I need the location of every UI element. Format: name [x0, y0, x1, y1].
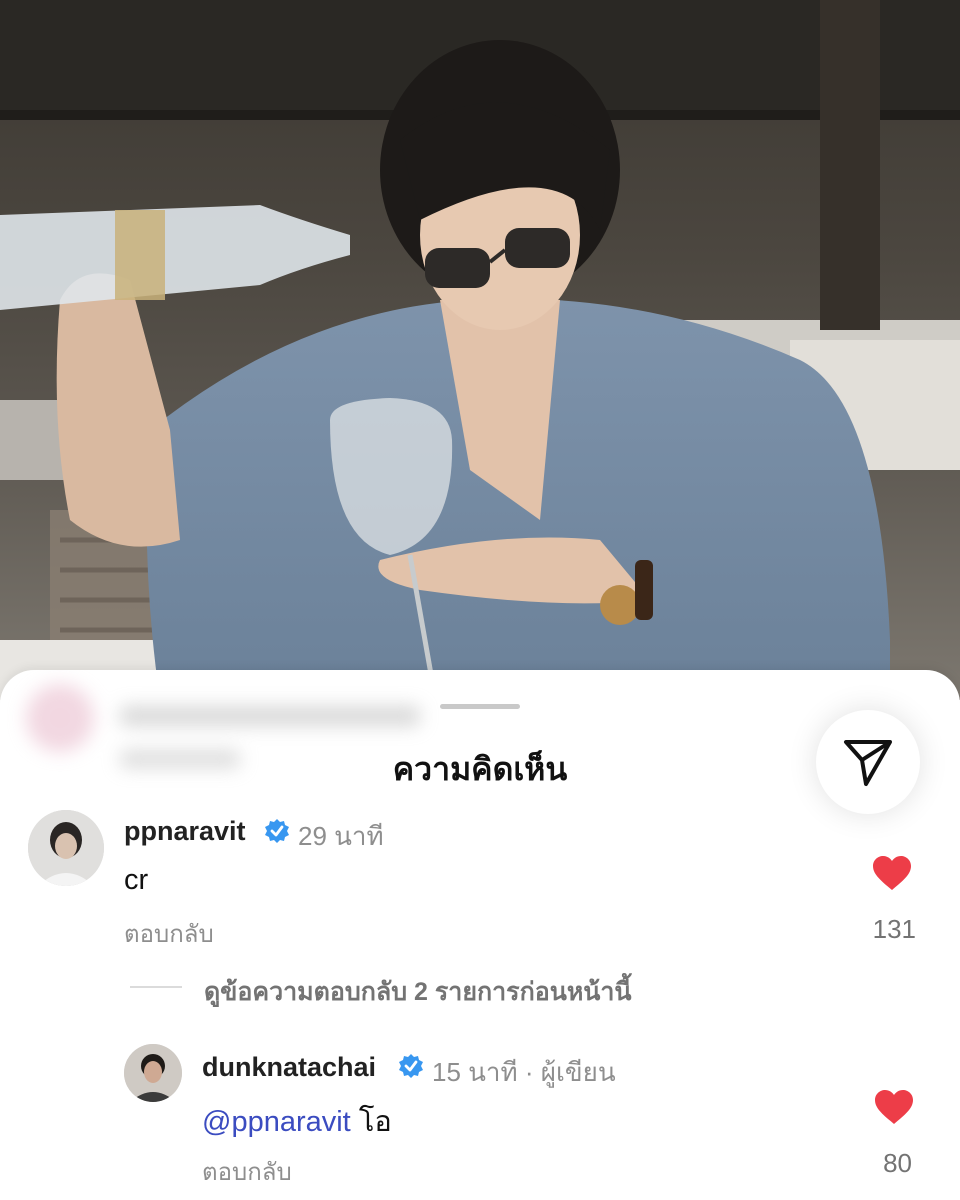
verified-badge-icon	[265, 819, 289, 843]
reply-button[interactable]: ตอบกลับ	[202, 1152, 292, 1191]
heart-icon[interactable]	[872, 856, 912, 892]
post-photo	[0, 0, 960, 700]
view-replies-button[interactable]: ดูข้อความตอบกลับ 2 รายการก่อนหน้านี้	[204, 972, 632, 1012]
heart-icon[interactable]	[874, 1090, 914, 1126]
comment-username[interactable]: ppnaravit	[124, 816, 246, 847]
reply-username[interactable]: dunknatachai	[202, 1052, 376, 1083]
mention-link[interactable]: @ppnaravit	[202, 1106, 351, 1138]
like-count[interactable]: 80	[842, 1148, 912, 1179]
comment-text: cr	[124, 864, 149, 896]
sheet-grabber[interactable]	[440, 704, 520, 709]
paper-plane-icon	[844, 740, 892, 786]
avatar[interactable]	[124, 1044, 182, 1102]
like-count[interactable]: 131	[846, 914, 916, 945]
reply-text: @ppnaravit โอ	[202, 1098, 392, 1144]
share-button[interactable]	[816, 710, 920, 814]
comments-sheet: ความคิดเห็น ppnaravit 29 นาที cr ตอบกลับ	[0, 670, 960, 1200]
divider	[130, 986, 182, 988]
reply-button[interactable]: ตอบกลับ	[124, 914, 214, 953]
comment-time: 29 นาที	[298, 821, 384, 851]
avatar[interactable]	[28, 810, 104, 886]
verified-badge-icon	[399, 1054, 423, 1078]
reply-time: 15 นาที · ผู้เขียน	[432, 1057, 616, 1087]
reply-body: โอ	[358, 1106, 392, 1138]
